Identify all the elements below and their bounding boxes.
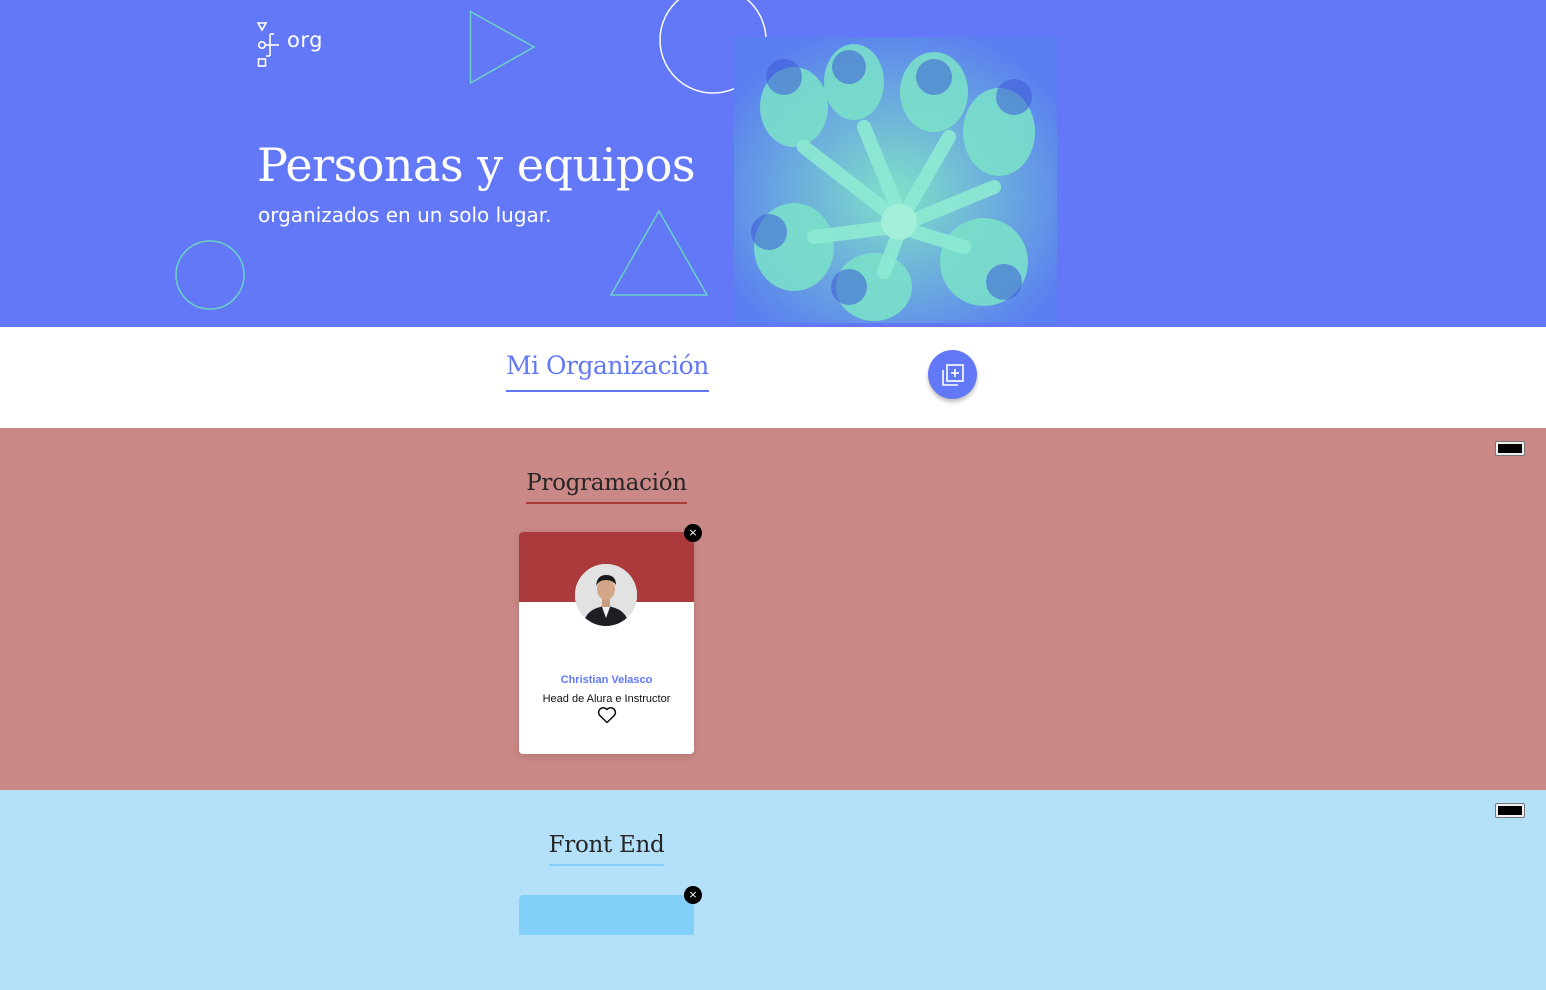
color-swatch: [1498, 444, 1522, 453]
like-button[interactable]: [597, 706, 617, 724]
hero-subtitle: organizados en un solo lugar.: [258, 203, 552, 227]
team-hands-image: [734, 37, 1057, 323]
card-header: [519, 895, 694, 935]
color-swatch: [1498, 806, 1522, 815]
team-title-text: Programación: [526, 470, 687, 504]
heart-outline-icon: [597, 707, 617, 724]
team-color-picker[interactable]: [1495, 441, 1525, 456]
org-logo: org: [257, 22, 322, 68]
member-card: [519, 895, 694, 935]
team-section-programacion: Programación Christian Velasco Head de A…: [0, 428, 1546, 790]
circle-bottom-decoration: [175, 240, 245, 310]
member-name: Christian Velasco: [560, 674, 653, 686]
avatar: [575, 564, 637, 626]
delete-member-button[interactable]: ×: [684, 886, 702, 904]
delete-member-button[interactable]: ×: [684, 524, 702, 542]
hero-banner: org Personas y equipos organizados en un…: [0, 0, 1546, 327]
organization-title: Mi Organización: [506, 351, 709, 392]
logo-text: org: [287, 28, 323, 52]
team-section-front-end: Front End ×: [0, 790, 1546, 990]
add-copy-icon: [941, 363, 964, 386]
team-title: Front End: [0, 832, 1213, 866]
organization-section: Mi Organización: [0, 327, 1546, 428]
team-title: Programación: [0, 470, 1213, 504]
hero-team-photo: [734, 37, 1057, 323]
avatar-image: [575, 564, 637, 626]
org-logo-icon: [257, 22, 279, 67]
team-title-text: Front End: [548, 832, 665, 866]
member-role: Head de Alura e Instructor: [542, 693, 671, 705]
member-card: Christian Velasco Head de Alura e Instru…: [519, 532, 694, 754]
hero-title: Personas y equipos: [257, 138, 696, 192]
triangle-up-decoration: [609, 209, 709, 296]
triangle-right-decoration: [469, 10, 536, 85]
team-color-picker[interactable]: [1495, 803, 1525, 818]
add-team-button[interactable]: [928, 350, 977, 399]
